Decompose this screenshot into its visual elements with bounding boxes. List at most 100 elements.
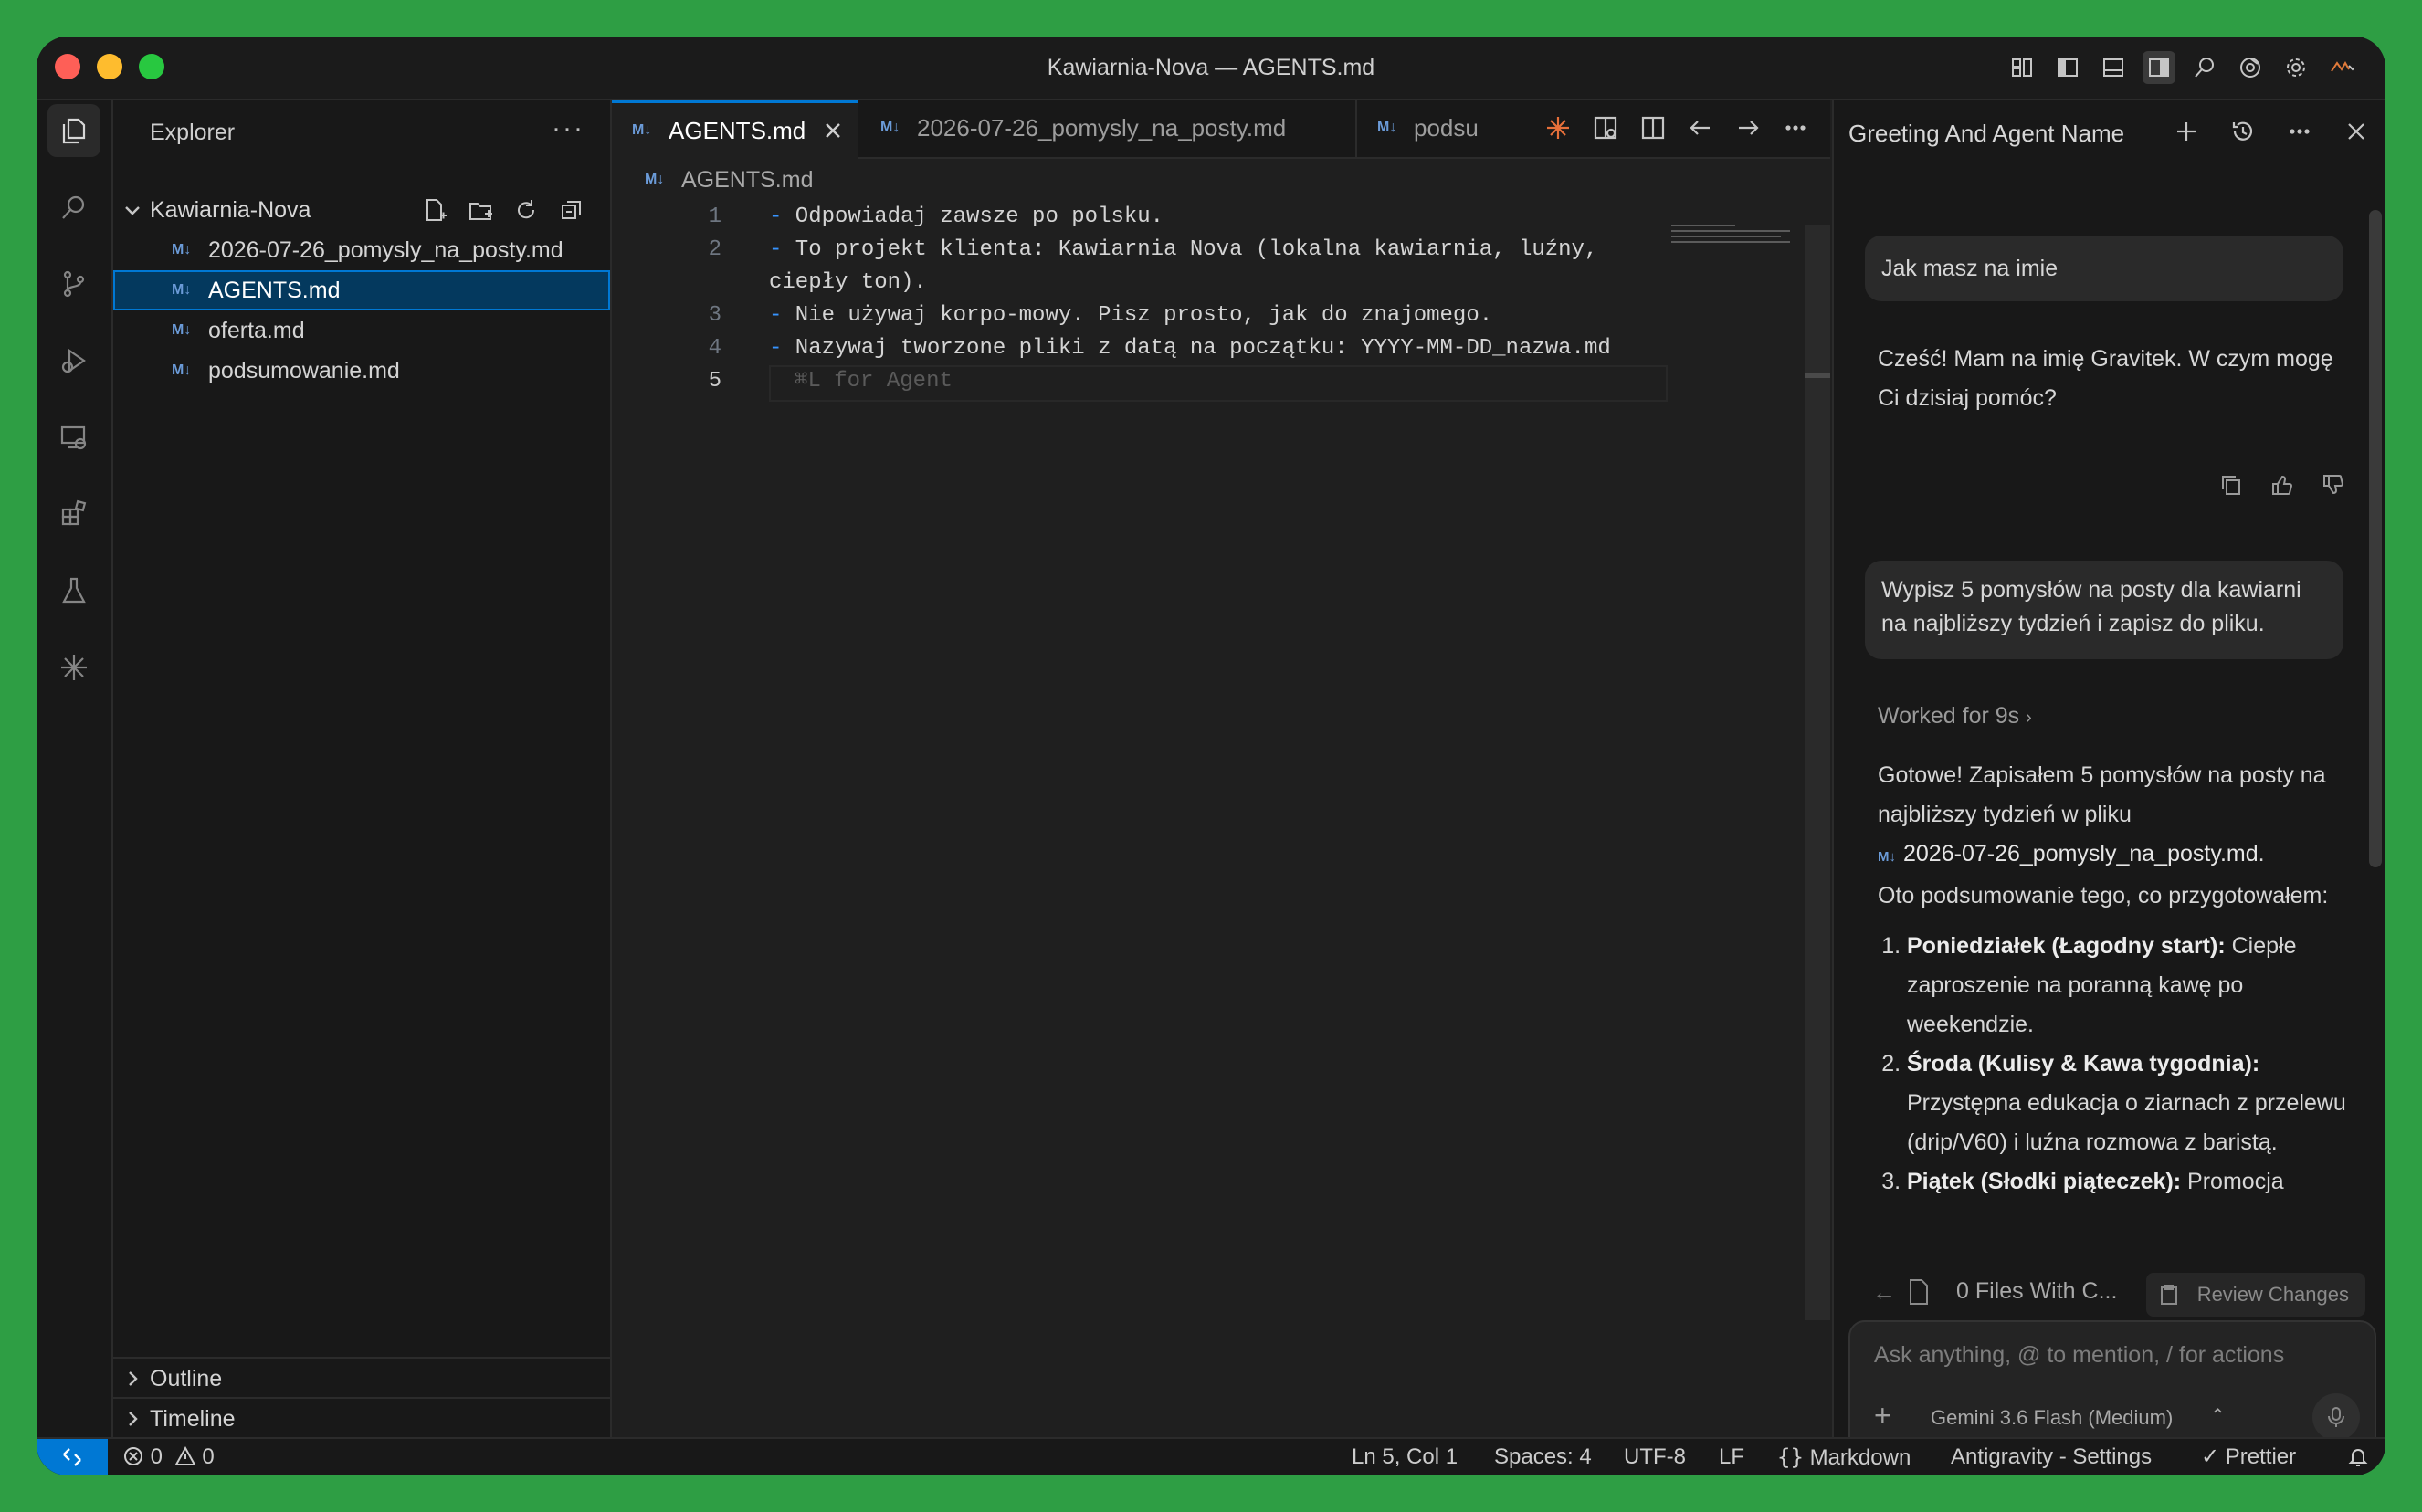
new-folder-icon[interactable] (464, 194, 497, 226)
code-line-wrapped[interactable]: ciepły ton). (769, 267, 927, 299)
error-icon (124, 1447, 142, 1465)
tab-pomysly-na-posty[interactable]: M↓ 2026-07-26_pomysly_na_posty.md (860, 100, 1357, 157)
code-line[interactable]: - Odpowiadaj zawsze po polsku. (769, 201, 1164, 234)
list-marker: - (769, 303, 783, 328)
agent-reply: Gotowe! Zapisałem 5 pomysłów na posty na… (1878, 756, 2353, 1202)
user-message: Jak masz na imie (1865, 236, 2343, 301)
tab-podsumowanie[interactable]: M↓ podsu (1357, 100, 1485, 157)
new-file-icon[interactable] (418, 194, 451, 226)
file-tree-item[interactable]: M↓ oferta.md (113, 310, 610, 351)
toggle-primary-sidebar-icon[interactable] (2051, 51, 2084, 84)
thumbs-up-icon[interactable] (2267, 469, 2298, 500)
add-context-icon[interactable]: + (1874, 1399, 1891, 1433)
toggle-secondary-sidebar-icon[interactable] (2143, 51, 2175, 84)
agent-scrollbar[interactable] (2369, 210, 2382, 867)
explorer-icon[interactable] (47, 104, 100, 157)
agent-sparkle-icon[interactable] (1542, 111, 1574, 144)
code-line[interactable]: - Nazywaj tworzone pliki z datą na począ… (769, 332, 1611, 365)
search-icon[interactable] (47, 181, 100, 234)
settings-link[interactable]: Antigravity - Settings (1951, 1439, 2152, 1475)
microphone-icon[interactable] (2312, 1393, 2360, 1441)
browser-icon[interactable] (2234, 51, 2267, 84)
thumbs-down-icon[interactable] (2318, 469, 2349, 500)
code-line[interactable]: - To projekt klienta: Kawiarnia Nova (lo… (769, 234, 1597, 267)
chevron-right-icon (122, 1409, 142, 1429)
customize-layout-icon[interactable] (2006, 51, 2038, 84)
scrollbar-cursor-marker (1805, 373, 1830, 378)
prettier-status[interactable]: ✓ Prettier (2201, 1439, 2296, 1475)
agent-panel-actions (2168, 113, 2375, 150)
open-preview-icon[interactable] (1589, 111, 1622, 144)
file-name: AGENTS.md (208, 278, 341, 303)
file-tree-item[interactable]: M↓ podsumowanie.md (113, 351, 610, 391)
tab-agents-md[interactable]: M↓ AGENTS.md (612, 100, 858, 159)
notifications-bell-icon[interactable] (2347, 1439, 2369, 1475)
split-editor-icon[interactable] (1637, 111, 1669, 144)
remote-indicator-icon[interactable] (37, 1439, 108, 1475)
app-window: Kawiarnia-Nova — AGENTS.md Explorer ··· … (37, 37, 2385, 1475)
agent-icon[interactable] (47, 641, 100, 694)
refresh-icon[interactable] (510, 194, 542, 226)
more-actions-icon[interactable] (2281, 113, 2318, 150)
editor-scrollbar[interactable] (1805, 225, 1830, 1320)
file-link[interactable]: M↓ 2026-07-26_pomysly_na_posty.md (1878, 841, 2259, 866)
breadcrumb[interactable]: AGENTS.md (681, 157, 813, 201)
check-double-icon: ✓ (2201, 1444, 2220, 1469)
explorer-sidebar: Explorer ··· Kawiarnia-Nova M↓ 2026-07-2… (113, 100, 612, 1439)
copy-icon[interactable] (2216, 469, 2247, 500)
markdown-file-icon: M↓ (880, 120, 900, 135)
collapse-all-icon[interactable] (555, 194, 588, 226)
end-of-line[interactable]: LF (1719, 1439, 1744, 1475)
line-number-current: 5 (708, 369, 721, 394)
markdown-file-icon: M↓ (172, 282, 192, 298)
chevron-down-icon[interactable] (122, 200, 142, 220)
files-changed-label[interactable]: 0 Files With C... (1956, 1278, 2117, 1305)
gear-icon[interactable] (2280, 51, 2312, 84)
extensions-icon[interactable] (47, 488, 100, 541)
tab-label: 2026-07-26_pomysly_na_posty.md (917, 114, 1287, 142)
outline-label: Outline (150, 1366, 223, 1391)
history-icon[interactable] (2225, 113, 2261, 150)
arrow-left-icon[interactable]: ← (1872, 1278, 1896, 1307)
code-line[interactable]: - Nie używaj korpo-mowy. Pisz prosto, ja… (769, 299, 1492, 332)
encoding[interactable]: UTF-8 (1624, 1439, 1686, 1475)
explorer-title: Explorer (150, 120, 236, 145)
close-icon[interactable] (822, 120, 844, 142)
cursor-position[interactable]: Ln 5, Col 1 (1352, 1439, 1458, 1475)
reply-actions (2216, 469, 2349, 500)
chevron-up-icon[interactable]: ⌃ (2210, 1404, 2226, 1427)
problems-indicator[interactable]: 0 0 (122, 1439, 215, 1475)
outline-section[interactable]: Outline (113, 1357, 610, 1399)
go-forward-icon[interactable] (1732, 111, 1764, 144)
remote-explorer-icon[interactable] (47, 411, 100, 464)
indentation[interactable]: Spaces: 4 (1494, 1439, 1592, 1475)
testing-icon[interactable] (47, 564, 100, 617)
line-number: 2 (708, 237, 721, 262)
minimap[interactable] (1671, 225, 1799, 261)
timeline-section[interactable]: Timeline (113, 1397, 610, 1439)
close-icon[interactable] (2338, 113, 2375, 150)
search-icon[interactable] (2188, 51, 2221, 84)
toggle-panel-icon[interactable] (2097, 51, 2130, 84)
go-back-icon[interactable] (1684, 111, 1717, 144)
explorer-more-actions-button[interactable]: ··· (552, 100, 584, 164)
changes-bar: ← 0 Files With C... Review Changes (1834, 1265, 2385, 1320)
run-and-debug-icon[interactable] (47, 334, 100, 387)
markdown-file-icon: M↓ (172, 242, 192, 257)
input-placeholder[interactable]: Ask anything, @ to mention, / for action… (1874, 1342, 2284, 1369)
file-tree-item[interactable]: M↓ 2026-07-26_pomysly_na_posty.md (113, 230, 610, 270)
line-text: Nie używaj korpo-mowy. Pisz prosto, jak … (782, 303, 1493, 328)
source-control-icon[interactable] (47, 257, 100, 310)
review-changes-button[interactable]: Review Changes (2146, 1273, 2365, 1317)
workspace-folder-row[interactable]: Kawiarnia-Nova (113, 190, 610, 230)
chevron-right-icon (122, 1369, 142, 1389)
file-tree-item-selected[interactable]: M↓ AGENTS.md (113, 270, 610, 310)
new-chat-icon[interactable] (2168, 113, 2205, 150)
model-selector[interactable]: Gemini 3.6 Flash (Medium) (1931, 1406, 2173, 1430)
worked-duration[interactable]: Worked for 9s › (1878, 703, 2032, 730)
list-marker: - (769, 237, 783, 262)
language-mode[interactable]: {} Markdown (1777, 1439, 1911, 1475)
file-name: podsumowanie.md (208, 358, 400, 383)
account-menu-icon[interactable] (2325, 51, 2358, 84)
more-actions-icon[interactable] (1779, 111, 1812, 144)
